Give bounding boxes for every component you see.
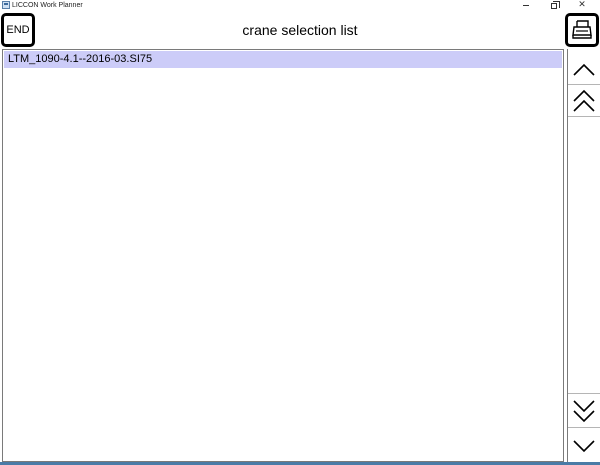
crane-list[interactable]: LTM_1090-4.1--2016-03.SI75 (2, 49, 564, 462)
close-icon: ✕ (578, 0, 586, 10)
minimize-button[interactable] (514, 0, 538, 11)
scroll-up-button[interactable] (568, 55, 600, 85)
minimize-icon (523, 5, 529, 6)
scroll-column (567, 49, 600, 465)
scroll-down-button[interactable] (568, 427, 600, 463)
page-up-button[interactable] (568, 85, 600, 117)
list-item[interactable]: LTM_1090-4.1--2016-03.SI75 (4, 51, 562, 68)
chevron-up-icon (573, 63, 595, 76)
printer-icon (572, 20, 592, 39)
close-button[interactable]: ✕ (570, 0, 594, 11)
window-title: LICCON Work Planner (12, 2, 83, 9)
chevron-down-icon (573, 439, 595, 452)
print-button[interactable] (565, 13, 599, 47)
double-chevron-up-icon (573, 89, 595, 112)
page-title: crane selection list (242, 22, 358, 38)
double-chevron-down-icon (573, 399, 595, 422)
page-down-button[interactable] (568, 393, 600, 427)
restore-button[interactable] (542, 0, 566, 11)
app-icon (2, 1, 10, 9)
restore-icon (551, 0, 560, 9)
window-title-bar: LICCON Work Planner ✕ (0, 0, 600, 11)
